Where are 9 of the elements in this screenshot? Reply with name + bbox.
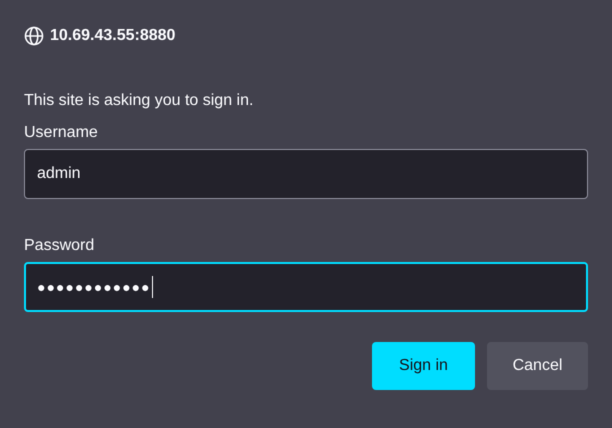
- sign-in-message: This site is asking you to sign in.: [24, 92, 254, 110]
- cancel-button[interactable]: Cancel: [487, 342, 588, 390]
- username-field[interactable]: admin: [24, 149, 588, 199]
- sign-in-button[interactable]: Sign in: [372, 342, 475, 390]
- field-label: Username: [24, 124, 99, 142]
- field-label: Password: [24, 237, 96, 255]
- password-field[interactable]: ●●●●●●●●●●●●: [24, 262, 588, 312]
- site-address: 10.69.43.55:8880: [50, 27, 176, 45]
- globe-icon: [24, 26, 44, 46]
